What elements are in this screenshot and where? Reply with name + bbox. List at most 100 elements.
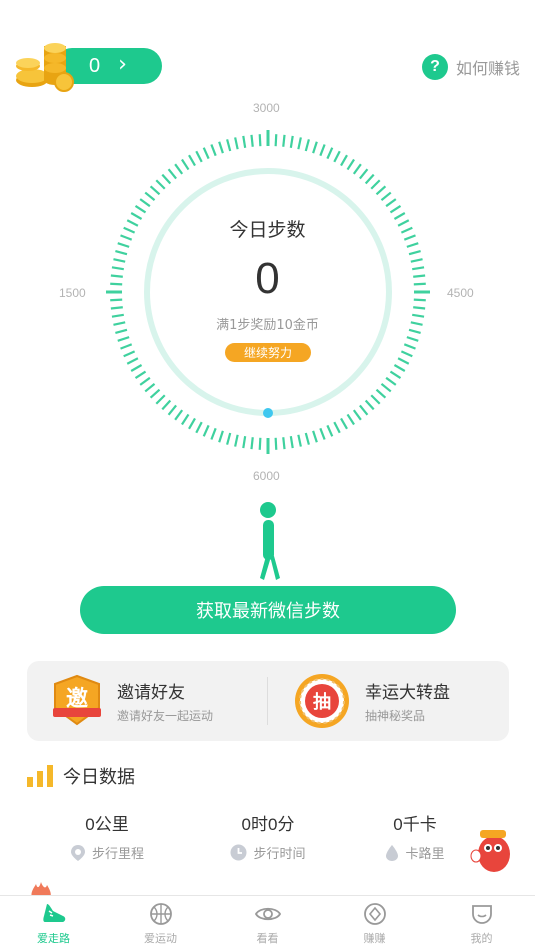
dial-tick — [258, 437, 262, 450]
lottery-title: 幸运大转盘 — [365, 683, 450, 703]
dial-ticks — [106, 130, 430, 454]
status-badge: 继续努力 — [225, 343, 311, 362]
dial-tick — [144, 191, 156, 201]
tab-walk-label: 爱走路 — [37, 932, 70, 945]
dial-tick — [195, 421, 203, 434]
dial-tick — [406, 242, 419, 248]
dial-tick — [117, 242, 130, 248]
dial-tick — [289, 135, 294, 148]
stat-calories: 0千卡 卡路里 — [340, 810, 490, 862]
dial-tick — [289, 436, 294, 449]
dial-tick — [139, 198, 151, 208]
dial-tick — [370, 179, 381, 190]
dial-tick — [161, 399, 172, 411]
clock-icon — [230, 844, 247, 861]
dial-tick — [226, 139, 232, 152]
stat-time: 0时0分 步行时间 — [193, 810, 343, 862]
dial-tick — [218, 430, 224, 443]
bar-chart-icon — [27, 765, 53, 787]
stat-distance: 0公里 步行里程 — [32, 810, 182, 862]
dial-tick — [161, 173, 172, 185]
dial-tick — [226, 432, 232, 445]
dial-tick — [117, 336, 130, 342]
profile-icon — [471, 905, 492, 924]
dial-tick — [167, 168, 177, 180]
tab-mine-label: 我的 — [470, 932, 493, 945]
dial-tick — [250, 437, 254, 450]
dial-tick — [134, 370, 147, 379]
dial-tick — [375, 388, 387, 399]
tab-walk[interactable]: 爱走路 — [0, 896, 107, 951]
tab-earn[interactable]: 赚赚 — [321, 896, 428, 951]
dial-tick — [130, 364, 143, 372]
invite-badge-icon: 邀 — [53, 674, 101, 726]
dial-tick — [134, 205, 147, 214]
bottom-nav: 爱走路 爱运动 看看 赚赚 我的 — [0, 895, 535, 951]
dial-tick — [304, 432, 310, 445]
dial-tick — [380, 191, 392, 201]
dial-tick — [340, 417, 348, 430]
dial-tick — [274, 134, 278, 147]
dial-tick — [389, 205, 402, 214]
stat-time-label: 步行时间 — [253, 847, 306, 862]
dial-tick — [234, 137, 239, 150]
stat-distance-label: 步行里程 — [91, 847, 144, 862]
dial-tick — [375, 185, 387, 196]
tab-mine[interactable]: 我的 — [428, 896, 535, 951]
dial-tick — [385, 376, 397, 386]
dial-tick — [340, 154, 348, 167]
dial-tick — [406, 336, 419, 342]
dial-tick — [397, 357, 410, 365]
dial-tick — [333, 150, 341, 163]
dial-tick — [120, 343, 133, 350]
dial-tick — [123, 350, 136, 358]
dial-tick — [210, 427, 217, 440]
dial-tick — [297, 137, 302, 150]
invite-badge-text: 邀 — [66, 687, 88, 712]
lucky-wheel-card[interactable]: 抽 幸运大转盘 抽神秘奖品 — [293, 661, 450, 741]
dial-tick — [139, 376, 151, 386]
dial-tick — [304, 139, 310, 152]
dial-mark-bottom: 6000 — [253, 469, 280, 483]
dial-tick — [413, 306, 426, 310]
lottery-subtitle: 抽神秘奖品 — [365, 709, 426, 723]
dial-tick — [149, 185, 161, 196]
dial-tick — [389, 370, 402, 379]
dial-tick — [181, 158, 190, 171]
card-divider — [267, 677, 268, 725]
dial-tick — [297, 434, 302, 447]
flame-drop-icon — [386, 844, 399, 861]
tab-watch[interactable]: 看看 — [214, 896, 321, 951]
tab-sport-label: 爱运动 — [144, 932, 177, 945]
dial-tick — [393, 364, 406, 372]
step-dial: 3000 1500 4500 6000 今日步数 0 满1步奖励10金币 继续努… — [0, 0, 535, 500]
dial-tick — [380, 383, 392, 393]
dial-tick — [370, 394, 381, 405]
tab-sport[interactable]: 爱运动 — [107, 896, 214, 951]
dial-tick — [167, 404, 177, 416]
dial-tick — [110, 306, 123, 310]
today-stats: 0公里 步行里程 0时0分 步行时间 0千卡 卡路里 — [0, 810, 535, 870]
dial-mark-top: 3000 — [253, 101, 280, 115]
today-data-title: 今日数据 — [63, 767, 135, 788]
lottery-wheel-icon: 抽 — [295, 674, 349, 728]
reward-rule-text: 满1步奖励10金币 — [216, 318, 319, 333]
dial-tick — [202, 424, 210, 437]
dial-tick — [155, 394, 166, 405]
dial-tick — [274, 437, 278, 450]
lottery-icon-text: 抽 — [313, 691, 331, 713]
dial-tick — [258, 134, 262, 147]
invite-friends-card[interactable]: 邀 邀请好友 邀请好友一起运动 — [51, 661, 213, 741]
dial-tick — [210, 144, 217, 157]
dial-tick — [282, 134, 286, 147]
today-steps-count: 0 — [255, 254, 280, 303]
dial-tick — [174, 409, 184, 421]
dial-tick — [181, 413, 190, 426]
mascot-icon[interactable] — [470, 826, 514, 874]
dial-tick — [326, 424, 334, 437]
dial-tick — [403, 343, 416, 350]
dial-tick — [195, 150, 203, 163]
dial-tick — [364, 399, 375, 411]
sync-wechat-steps-button[interactable]: 获取最新微信步数 — [80, 586, 456, 634]
dial-tick — [149, 388, 161, 399]
